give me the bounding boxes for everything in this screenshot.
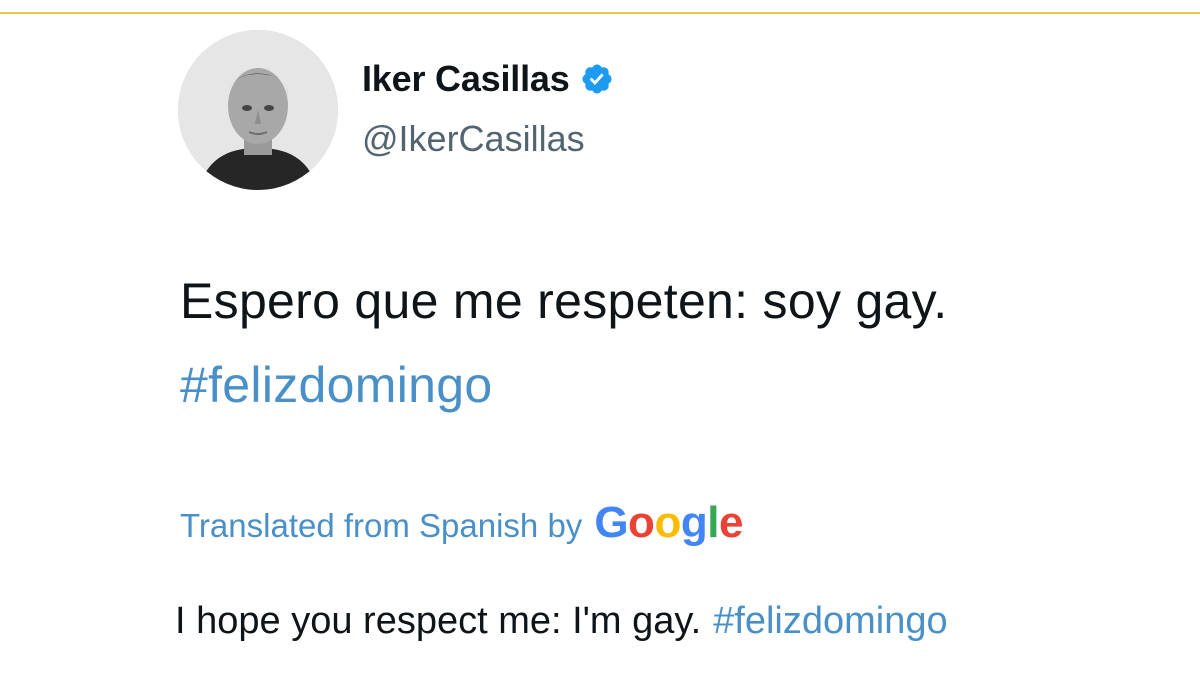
google-logo-letter: o — [628, 498, 655, 547]
tweet-hashtag-link[interactable]: #felizdomingo — [180, 356, 492, 414]
translated-from-label[interactable]: Translated from Spanish by — [180, 507, 582, 545]
google-logo-letter: o — [654, 498, 681, 547]
google-logo-letter: g — [680, 498, 708, 547]
google-logo: Google — [594, 498, 743, 548]
google-logo-letter: e — [718, 498, 743, 547]
avatar-portrait-image — [178, 30, 338, 190]
avatar[interactable] — [178, 30, 338, 190]
tweet-text: Espero que me respeten: soy gay. — [180, 273, 948, 329]
translated-text-body: I hope you respect me: I'm gay. — [175, 600, 702, 642]
google-logo-letter: G — [594, 498, 629, 547]
author-name-row: Iker Casillas — [362, 58, 614, 100]
author-display-name[interactable]: Iker Casillas — [362, 58, 570, 100]
google-logo-letter: l — [707, 498, 719, 547]
author-handle[interactable]: @IkerCasillas — [362, 118, 585, 160]
translated-hashtag-link[interactable]: #felizdomingo — [713, 600, 947, 642]
translated-text: I hope you respect me: I'm gay. #felizdom… — [175, 600, 948, 643]
translation-attribution: Translated from Spanish by Google — [180, 498, 743, 548]
verified-badge-icon — [580, 62, 614, 96]
tweet-card: Iker Casillas @IkerCasillas Espero que m… — [0, 0, 1200, 675]
